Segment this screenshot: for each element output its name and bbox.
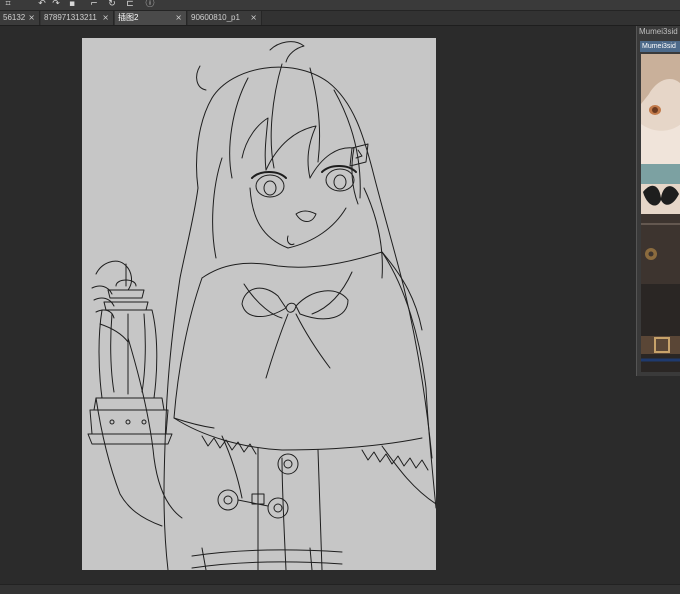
close-icon[interactable]: × — [250, 11, 257, 25]
tab-document-4[interactable]: 90600810_p1 × — [188, 11, 262, 25]
redo-icon[interactable]: ↷ — [50, 0, 62, 9]
layer-icon[interactable]: ▪ — [66, 0, 78, 9]
status-bar — [0, 584, 680, 594]
rotate-icon[interactable]: ↻ — [106, 0, 118, 9]
tab-label: 插图2 — [118, 13, 139, 22]
canvas-workspace[interactable] — [0, 26, 636, 584]
reference-image — [641, 54, 680, 372]
tab-document-1[interactable]: 56132 × — [0, 11, 40, 25]
tab-label: 878971313211 — [44, 13, 97, 22]
fit-icon[interactable]: ⊏ — [124, 0, 136, 9]
reference-panel-title: Mumei3sid — [639, 27, 678, 36]
document-tab-bar: 56132 × 878971313211 × 插图2 × 90600810_p1… — [0, 11, 680, 26]
close-icon[interactable]: × — [102, 11, 109, 25]
transform-icon[interactable]: ⌐ — [88, 0, 100, 9]
top-toolbar: ⌗ ↶ ↷ ▪ ⌐ ↻ ⊏ ⓘ — [0, 0, 680, 11]
undo-icon[interactable]: ↶ — [36, 0, 48, 9]
lasso-icon[interactable]: ⓘ — [144, 0, 156, 9]
lineart-drawing — [87, 41, 436, 570]
reference-image-tab[interactable]: Mumei3sid — [640, 41, 680, 52]
close-icon[interactable]: × — [175, 11, 182, 25]
tab-document-3[interactable]: 插图2 × — [115, 11, 187, 25]
reference-panel[interactable]: Mumei3sid Mumei3sid — [636, 26, 680, 376]
paint-app-window: ⌗ ↶ ↷ ▪ ⌐ ↻ ⊏ ⓘ 56132 × 878971313211 × 插… — [0, 0, 680, 594]
close-icon[interactable]: × — [28, 11, 35, 25]
reference-thumbnail — [641, 54, 680, 372]
frame-icon[interactable]: ⌗ — [2, 0, 14, 9]
tab-label: 56132 — [3, 13, 26, 22]
tab-label: 90600810_p1 — [191, 13, 240, 22]
tab-document-2[interactable]: 878971313211 × — [41, 11, 114, 25]
drawing-canvas[interactable] — [82, 38, 436, 570]
